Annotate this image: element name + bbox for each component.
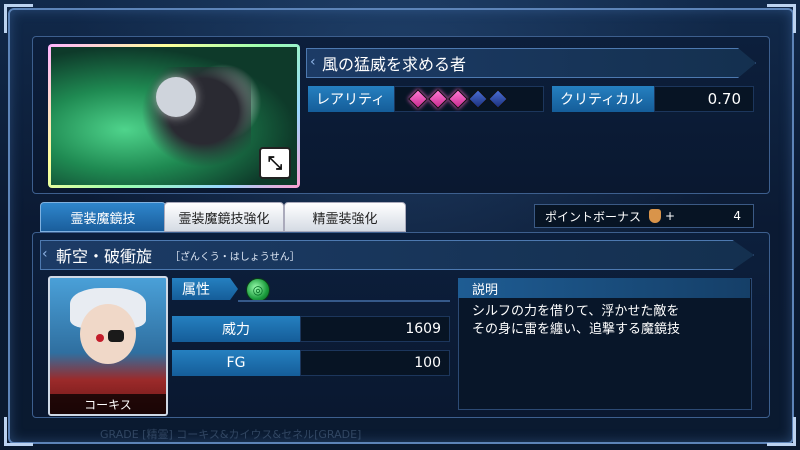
- corner-ornament: [767, 417, 796, 446]
- bag-icon: [649, 209, 662, 223]
- rarity-gem-empty-icon: [488, 89, 508, 109]
- portrait-eye: [96, 334, 104, 342]
- chevron-left-icon: ‹: [42, 246, 48, 262]
- corner-ornament: [4, 4, 33, 33]
- power-label: 威力: [172, 316, 300, 342]
- eyepatch: [108, 330, 124, 342]
- skill-name: 斬空・破衝旋: [56, 247, 153, 266]
- skill-reading: ［ざんくう・はしょうせん］: [170, 252, 300, 263]
- tab-reisou-makyougi-kyouka[interactable]: 霊装魔鏡技強化: [164, 202, 284, 232]
- point-bonus-label: ポイントボーナス: [545, 209, 642, 224]
- rarity-gem-filled-icon: [448, 89, 468, 109]
- character-portrait: コーキス: [48, 276, 168, 416]
- description-label: 説明: [458, 278, 750, 298]
- character-name: コーキス: [50, 394, 166, 414]
- rarity-gem-empty-icon: [468, 89, 488, 109]
- critical-value: 0.70: [654, 86, 754, 112]
- rarity-gem-filled-icon: [408, 89, 428, 109]
- card-title: 風の猛威を求める者: [322, 55, 467, 74]
- expand-arrows-icon[interactable]: ⤡: [259, 147, 291, 179]
- fg-value: 100: [300, 350, 450, 376]
- rarity-gem-filled-icon: [428, 89, 448, 109]
- attribute-label: 属性: [172, 278, 238, 300]
- character-head: [156, 77, 196, 117]
- rarity-gems: [394, 86, 544, 112]
- corner-ornament: [4, 417, 33, 446]
- wind-element-icon: ◎: [246, 278, 270, 302]
- power-value: 1609: [300, 316, 450, 342]
- tab-reisou-makyougi[interactable]: 霊装魔鏡技: [40, 202, 166, 232]
- tab-seireisou-kyouka[interactable]: 精霊装強化: [284, 202, 406, 232]
- point-bonus-value: 4: [733, 209, 741, 223]
- point-bonus: ポイントボーナス + 4: [534, 204, 754, 228]
- chevron-left-icon: ‹: [310, 54, 316, 70]
- card-artwork[interactable]: ⤡: [48, 44, 300, 188]
- footer-watermark: GRADE [精霊] コーキス&カイウス&セネル[GRADE]: [100, 428, 362, 441]
- card-illustration: ⤡: [51, 47, 297, 185]
- point-bonus-plus: +: [665, 209, 676, 223]
- divider: [238, 300, 450, 302]
- rarity-label: レアリティ: [308, 86, 394, 112]
- description-text: シルフの力を借りて、浮かせた敵を その身に雷を纏い、追撃する魔鏡技: [472, 304, 681, 337]
- critical-label: クリティカル: [552, 86, 654, 112]
- corner-ornament: [767, 4, 796, 33]
- fg-label: FG: [172, 350, 300, 376]
